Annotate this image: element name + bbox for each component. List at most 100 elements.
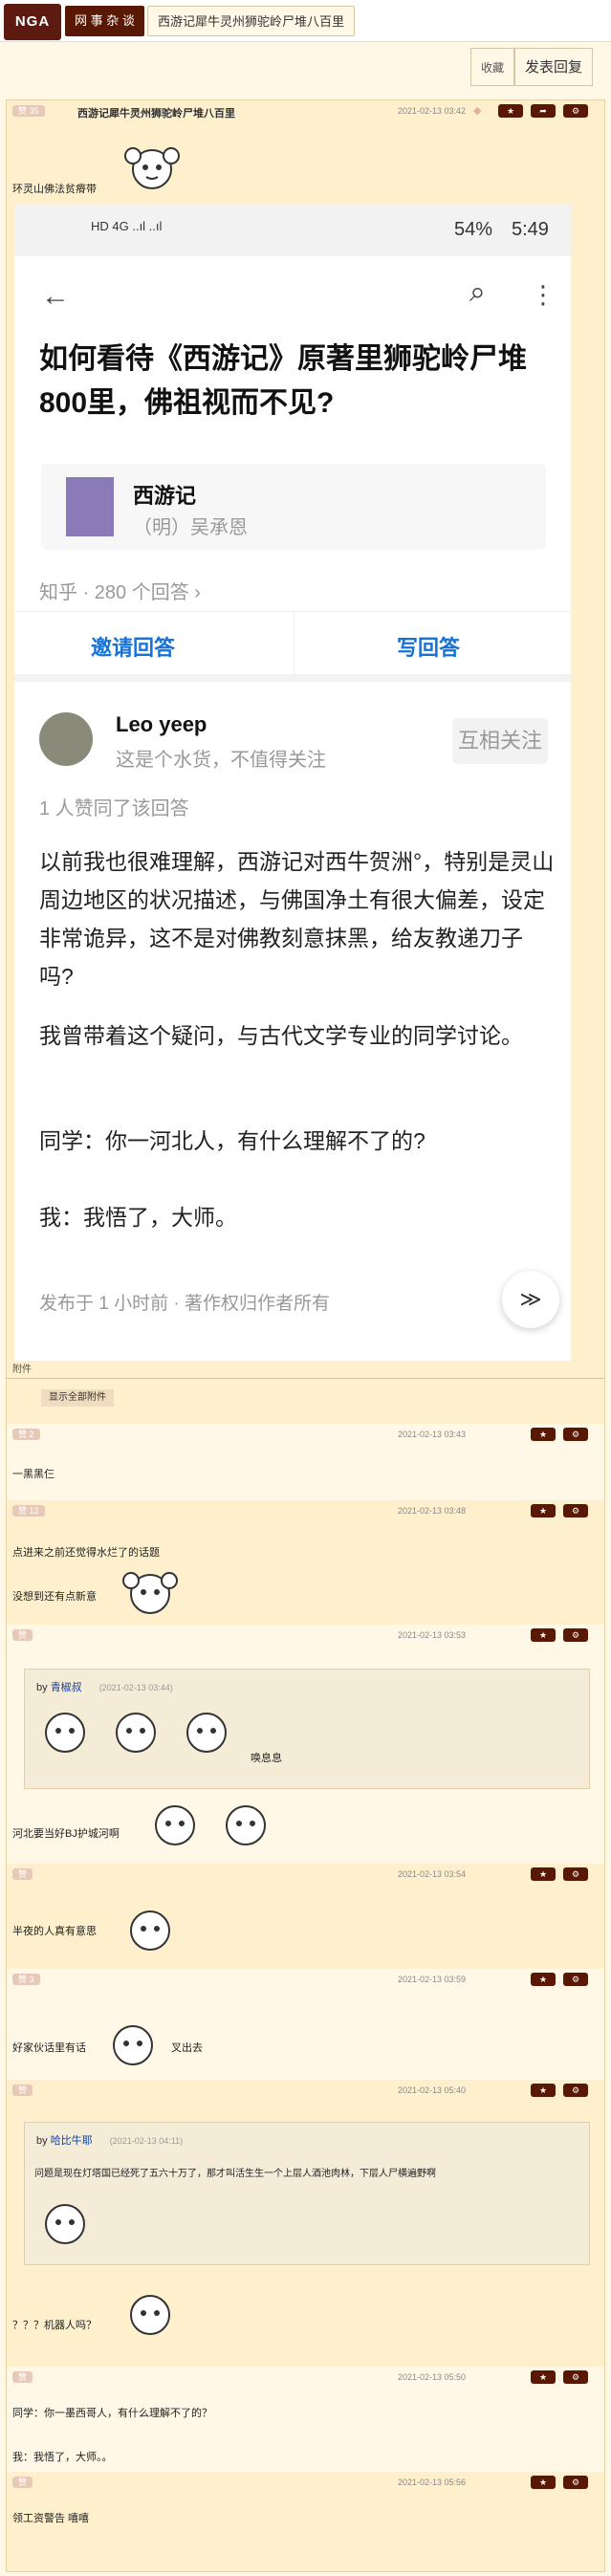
book-author: （明）吴承恩 xyxy=(133,517,248,538)
reply-text: 我：我悟了，大师。。 xyxy=(12,2452,113,2463)
gear-icon[interactable]: ⚙ xyxy=(563,1867,588,1881)
star-icon[interactable]: ★ xyxy=(531,2370,556,2384)
star-icon[interactable]: ★ xyxy=(531,2476,556,2489)
gear-icon[interactable]: ⚙ xyxy=(563,1504,588,1517)
quote-user[interactable]: 青椒叔 xyxy=(51,1682,82,1693)
quote-time: (2021-02-13 04:11) xyxy=(109,2136,184,2146)
book-cover-icon xyxy=(66,477,114,536)
star-icon[interactable]: ★ xyxy=(531,1504,556,1517)
author-name: Leo yeep xyxy=(116,712,207,736)
post-header: 赞 12 2021-02-13 03:48 ★ ⚙ xyxy=(7,1500,605,1521)
invite-answer: 邀请回答 xyxy=(91,636,176,660)
quote-block: by 哈比牛耶 (2021-02-13 04:11) 问题是现在灯塔国已经死了五六… xyxy=(24,2122,590,2265)
back-arrow-icon: ← xyxy=(41,280,70,312)
post-header: 赞 2021-02-13 05:56 ★ ⚙ xyxy=(7,2472,605,2493)
answer-para-3: 同学：你一河北人，有什么理解不了的? xyxy=(39,1128,426,1153)
star-icon[interactable]: ★ xyxy=(531,1973,556,1986)
gear-icon[interactable]: ⚙ xyxy=(563,104,588,118)
reply-text: ？？？机器人吗？ xyxy=(12,2320,97,2331)
reply-text: 领工资警告 嘻嘻 xyxy=(12,2513,90,2524)
quote-time: (2021-02-13 03:44) xyxy=(98,1683,173,1692)
star-icon[interactable]: ★ xyxy=(531,2084,556,2097)
reply-post: 赞 2021-02-13 05:50 ★ ⚙ 同学：你一墨西哥人，有什么理解不了… xyxy=(7,2367,604,2472)
sticker-image xyxy=(226,1805,266,1845)
quote-text: 唤息息 xyxy=(251,1753,282,1764)
answer-para-4: 我：我悟了，大师。 xyxy=(39,1205,237,1230)
post-time: 2021-02-13 05:50 xyxy=(397,2372,466,2382)
author-avatar xyxy=(39,712,93,766)
reply-post: 赞 2021-02-13 05:56 ★ ⚙ 领工资警告 嘻嘻 xyxy=(7,2472,604,2571)
gear-icon[interactable]: ⚙ xyxy=(563,2084,588,2097)
quote-header: by 青椒叔 (2021-02-13 03:44) xyxy=(36,1682,173,1693)
gear-icon[interactable]: ⚙ xyxy=(563,2476,588,2489)
quote-header: by 哈比牛耶 (2021-02-13 04:11) xyxy=(36,2135,184,2147)
reply-post: 赞 2021-02-13 05:40 ★ ⚙ by 哈比牛耶 (2021-02-1… xyxy=(7,2080,604,2367)
reply-text: 半夜的人真有意思 xyxy=(12,1926,97,1937)
agree-count: 1 人赞同了该回答 xyxy=(39,798,189,819)
flag-icon[interactable]: ◆ xyxy=(473,104,481,117)
battery-level: 54% xyxy=(454,219,493,240)
top-navigation: NGA 网 事 杂 谈 西游记犀牛灵州狮驼岭尸堆八百里 xyxy=(0,0,611,42)
book-card: 西游记 （明）吴承恩 xyxy=(41,464,546,550)
quote-text: 问题是现在灯塔国已经死了五六十万了，那才叫活生生一个上层人酒池肉林，下层人尸横遍… xyxy=(34,2169,436,2179)
post-time: 2021-02-13 05:40 xyxy=(397,2085,466,2095)
reply-post: 赞 3 2021-02-13 03:59 ★ ⚙ 好家伙话里有话 叉出去 xyxy=(7,1969,604,2080)
sticker-image xyxy=(122,1572,178,1614)
reply-post: 赞 2 2021-02-13 03:43 ★ ⚙ 一黑黑仨 xyxy=(7,1424,604,1500)
gear-icon[interactable]: ⚙ xyxy=(563,1628,588,1642)
rating-badge: 赞 12 xyxy=(12,1505,45,1517)
phone-status-bar: HD 4G ..ıl ..ıl 54% 5:49 xyxy=(14,204,571,256)
show-all-attachments[interactable]: 显示全部附件 xyxy=(41,1389,114,1407)
sticker-image xyxy=(45,2204,85,2244)
signal-status: HD 4G ..ıl ..ıl xyxy=(91,219,163,233)
rating-badge: 赞 xyxy=(12,2085,33,2096)
star-icon[interactable]: ★ xyxy=(498,104,523,118)
site-logo[interactable]: NGA xyxy=(4,4,61,40)
post-header: 赞 2 2021-02-13 03:43 ★ ⚙ xyxy=(7,1424,605,1445)
breadcrumb-forum[interactable]: 网 事 杂 谈 xyxy=(65,6,144,36)
follow-status: 互相关注 xyxy=(452,718,548,764)
publish-info: 发布于 1 小时前 · 著作权归作者所有 xyxy=(39,1294,331,1314)
rating-badge: 赞 xyxy=(12,1629,33,1641)
rating-badge: 赞 xyxy=(12,1868,33,1880)
answer-para-2: 我曾带着这个疑问，与古代文学专业的同学讨论。 xyxy=(39,1023,523,1048)
post-time: 2021-02-13 03:48 xyxy=(397,1506,466,1516)
star-icon[interactable]: ★ xyxy=(531,1628,556,1642)
post-time: 2021-02-13 05:56 xyxy=(397,2478,466,2487)
sticker-image xyxy=(130,2295,170,2335)
post-time: 2021-02-13 03:53 xyxy=(397,1630,466,1640)
gear-icon[interactable]: ⚙ xyxy=(563,1973,588,1986)
favorite-button[interactable]: 收藏 xyxy=(470,48,515,86)
clock: 5:49 xyxy=(512,219,549,240)
embedded-screenshot: HD 4G ..ıl ..ıl 54% 5:49 ← ⌕ ⋮ 如何看待《西游记》… xyxy=(14,204,571,1361)
reply-text: 叉出去 xyxy=(171,2042,203,2054)
reply-text: 河北要当好BJ护城河啊 xyxy=(12,1828,120,1840)
gear-icon[interactable]: ⚙ xyxy=(563,2370,588,2384)
thread-toolbar: 收藏 发表回复 xyxy=(0,42,611,99)
post-header: 赞 35 西游记犀牛灵州狮驼岭尸堆八百里 2021-02-13 03:42 ◆ … xyxy=(7,100,605,121)
divider xyxy=(294,612,295,675)
reply-button[interactable]: 发表回复 xyxy=(514,48,594,86)
rating-badge: 赞 35 xyxy=(12,105,45,117)
share-icon[interactable]: ➦ xyxy=(531,104,556,118)
star-icon[interactable]: ★ xyxy=(531,1867,556,1881)
quote-user[interactable]: 哈比牛耶 xyxy=(51,2135,93,2147)
answer-count: 知乎 · 280 个回答 › xyxy=(39,582,201,603)
attachment-label: 附件 xyxy=(12,1364,32,1375)
quote-block: by 青椒叔 (2021-02-13 03:44) 唤息息 xyxy=(24,1669,590,1789)
post-header: 赞 3 2021-02-13 03:59 ★ ⚙ xyxy=(7,1969,605,1990)
post-header: 赞 2021-02-13 05:50 ★ ⚙ xyxy=(7,2367,605,2388)
gear-icon[interactable]: ⚙ xyxy=(563,1428,588,1441)
post-header: 赞 2021-02-13 03:54 ★ ⚙ xyxy=(7,1864,605,1885)
more-icon: ⋮ xyxy=(531,280,556,309)
star-icon[interactable]: ★ xyxy=(531,1428,556,1441)
reply-text: 一黑黑仨 xyxy=(12,1469,55,1480)
post-title: 西游记犀牛灵州狮驼岭尸堆八百里 xyxy=(77,108,235,120)
author-desc: 这是个水货，不值得关注 xyxy=(116,750,326,771)
sticker-image xyxy=(186,1713,227,1753)
breadcrumb-thread[interactable]: 西游记犀牛灵州狮驼岭尸堆八百里 xyxy=(147,6,356,36)
reply-text: 好家伙话里有话 xyxy=(12,2042,86,2054)
post-time: 2021-02-13 03:42 xyxy=(397,106,466,116)
reply-post: 赞 2021-02-13 03:54 ★ ⚙ 半夜的人真有意思 xyxy=(7,1864,604,1969)
sticker-image xyxy=(124,147,180,189)
